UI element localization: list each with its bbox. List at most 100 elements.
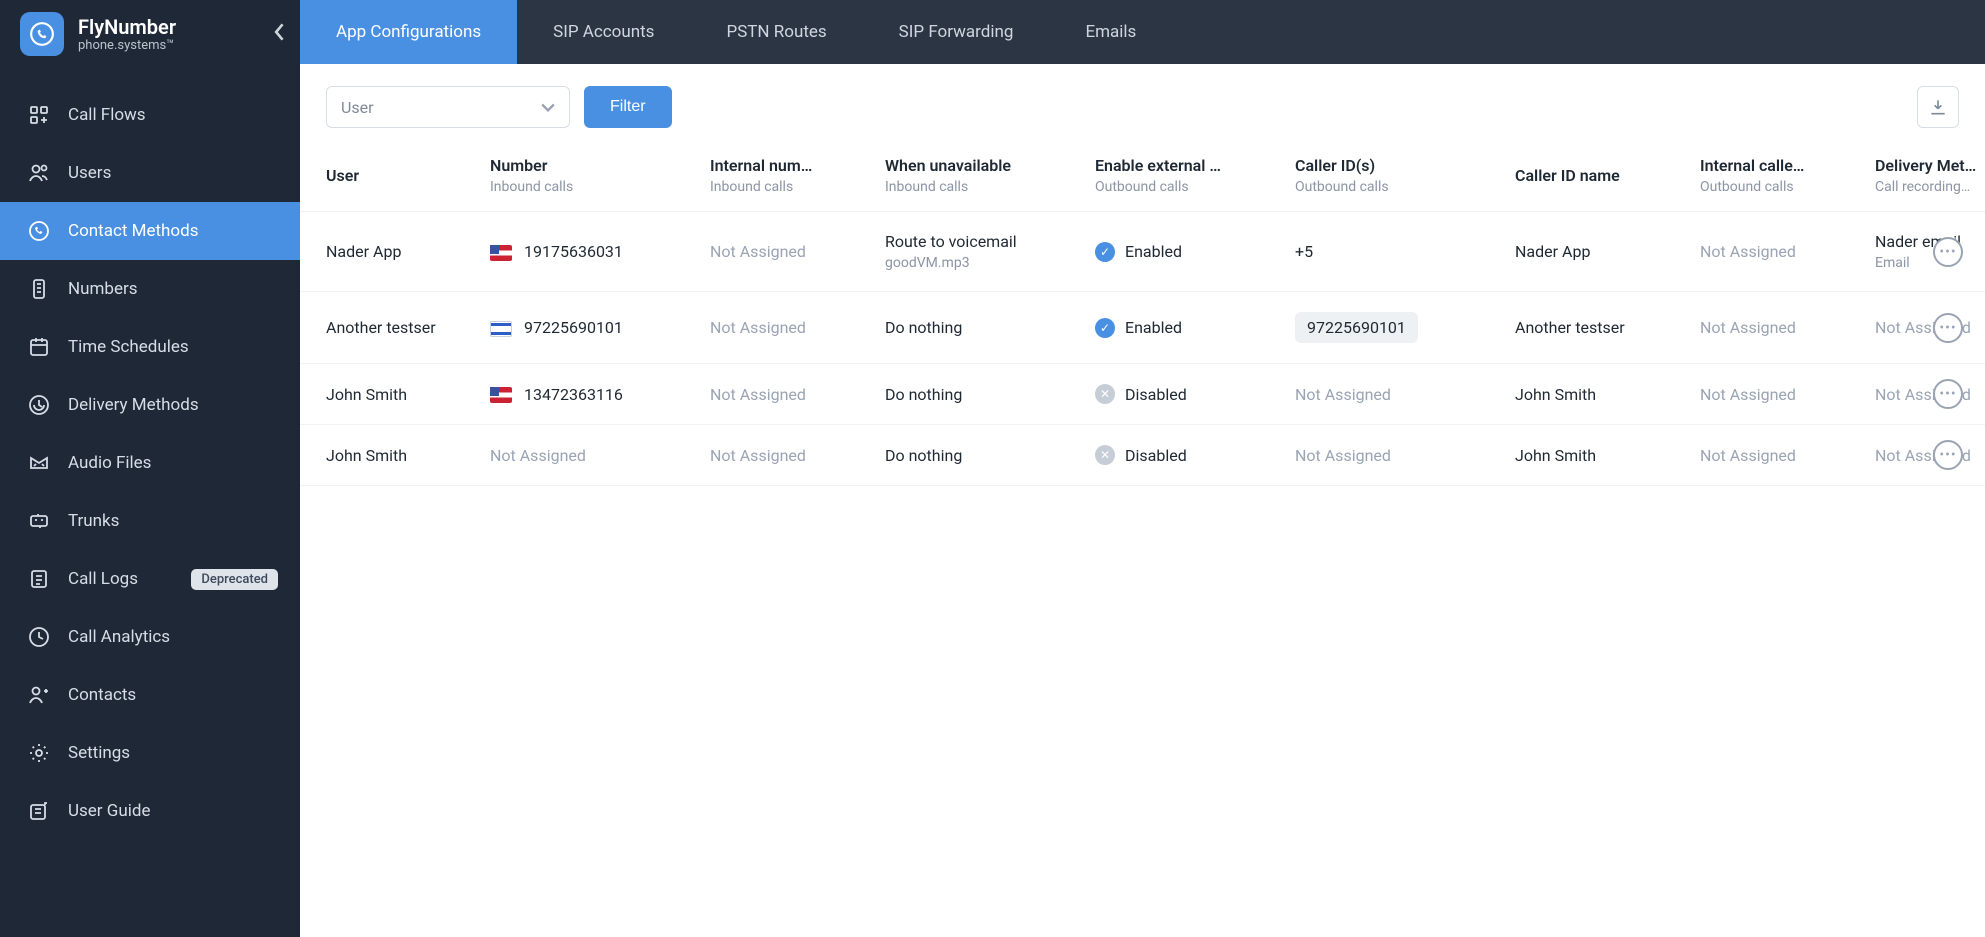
caller-id-chip[interactable]: 97225690101 [1295, 312, 1418, 343]
filter-select-label: User [341, 98, 374, 117]
cell-delivery: Not Assigned [1865, 292, 1985, 364]
sidebar-item-call-flows[interactable]: Call Flows [0, 86, 300, 144]
cell-caller-ids: Not Assigned [1285, 425, 1505, 486]
column-header[interactable]: Internal num…Inbound calls [700, 138, 875, 212]
row-more-button[interactable]: ••• [1933, 379, 1963, 409]
download-button[interactable] [1917, 86, 1959, 128]
tab-pstn-routes[interactable]: PSTN Routes [690, 0, 862, 64]
nav-label: Call Flows [68, 105, 146, 125]
cell-internal-number: Not Assigned [700, 212, 875, 292]
column-header[interactable]: Caller ID(s)Outbound calls [1285, 138, 1505, 212]
sidebar-item-user-guide[interactable]: User Guide [0, 782, 300, 840]
column-header[interactable]: Enable external …Outbound calls [1085, 138, 1285, 212]
cell-internal-number: Not Assigned [700, 425, 875, 486]
toolbar: User Filter [300, 64, 1985, 138]
nav-label: Audio Files [68, 453, 151, 473]
column-header[interactable]: Delivery Met…Call recording… [1865, 138, 1985, 212]
nav-label: Call Logs [68, 569, 138, 589]
tab-sip-forwarding[interactable]: SIP Forwarding [863, 0, 1050, 64]
download-icon [1928, 97, 1948, 117]
cell-unavailable: Route to voicemailgoodVM.mp3 [875, 212, 1085, 292]
main: App ConfigurationsSIP AccountsPSTN Route… [300, 0, 1985, 937]
cell-user: Nader App [300, 212, 480, 292]
filter-button[interactable]: Filter [584, 86, 672, 128]
cell-user: Another testser [300, 292, 480, 364]
cell-internal-number: Not Assigned [700, 292, 875, 364]
cell-caller-ids: 97225690101 [1285, 292, 1505, 364]
cell-caller-id-name: John Smith [1505, 425, 1690, 486]
cell-caller-id-name: John Smith [1505, 364, 1690, 425]
nav-label: User Guide [68, 801, 150, 821]
sidebar-item-contact-methods[interactable]: Contact Methods [0, 202, 300, 260]
check-icon: ✓ [1095, 242, 1115, 262]
cell-number: 97225690101 [480, 292, 700, 364]
nav-label: Time Schedules [68, 337, 189, 357]
column-header[interactable]: NumberInbound calls [480, 138, 700, 212]
cell-caller-ids: +5 [1285, 212, 1505, 292]
phone-icon [29, 21, 55, 47]
nav-label: Settings [68, 743, 130, 763]
tab-app-configurations[interactable]: App Configurations [300, 0, 517, 64]
table-container: UserNumberInbound callsInternal num…Inbo… [300, 138, 1985, 486]
cell-user: John Smith [300, 425, 480, 486]
nav-label: Delivery Methods [68, 395, 199, 415]
nav-label: Trunks [68, 511, 119, 531]
nav-label: Numbers [68, 279, 138, 299]
filter-select-user[interactable]: User [326, 86, 570, 128]
nav-icon [26, 624, 52, 650]
sidebar: FlyNumber phone.systems™ Call Flows User… [0, 0, 300, 937]
cell-internal-caller: Not Assigned [1690, 212, 1865, 292]
cell-unavailable: Do nothing [875, 425, 1085, 486]
table-header-row: UserNumberInbound callsInternal num…Inbo… [300, 138, 1985, 212]
sidebar-item-audio-files[interactable]: Audio Files [0, 434, 300, 492]
nav-icon [26, 218, 52, 244]
flag-icon [490, 245, 512, 261]
nav-label: Contact Methods [68, 221, 198, 241]
cell-enable-external: ✓ Enabled [1085, 212, 1285, 292]
sidebar-item-trunks[interactable]: Trunks [0, 492, 300, 550]
nav-icon [26, 102, 52, 128]
nav-icon [26, 682, 52, 708]
sidebar-item-contacts[interactable]: Contacts [0, 666, 300, 724]
brand-logo [20, 12, 64, 56]
chevron-left-icon [274, 23, 286, 41]
cell-internal-number: Not Assigned [700, 364, 875, 425]
table-row[interactable]: John Smith 13472363116 Not Assigned Do n… [300, 364, 1985, 425]
table-row[interactable]: John Smith Not Assigned Not Assigned Do … [300, 425, 1985, 486]
column-header[interactable]: User [300, 138, 480, 212]
sidebar-item-delivery-methods[interactable]: Delivery Methods [0, 376, 300, 434]
sidebar-item-time-schedules[interactable]: Time Schedules [0, 318, 300, 376]
nav-icon [26, 740, 52, 766]
sidebar-item-users[interactable]: Users [0, 144, 300, 202]
row-more-button[interactable]: ••• [1933, 313, 1963, 343]
tab-sip-accounts[interactable]: SIP Accounts [517, 0, 690, 64]
nav-label: Users [68, 163, 111, 183]
cell-enable-external: ✕ Disabled [1085, 425, 1285, 486]
nav-icon [26, 450, 52, 476]
nav-label: Call Analytics [68, 627, 170, 647]
cell-delivery: Nader emailEmail [1865, 212, 1985, 292]
tab-emails[interactable]: Emails [1049, 0, 1172, 64]
sidebar-item-numbers[interactable]: Numbers [0, 260, 300, 318]
sidebar-nav: Call Flows Users Contact Methods Numbers… [0, 86, 300, 840]
sidebar-item-settings[interactable]: Settings [0, 724, 300, 782]
row-actions-column: •••••••••••• [1923, 138, 1985, 146]
cell-delivery: Not Assigned [1865, 364, 1985, 425]
row-more-button[interactable]: ••• [1933, 237, 1963, 267]
brand-subtitle: phone.systems™ [78, 38, 176, 53]
table-row[interactable]: Another testser 97225690101 Not Assigned… [300, 292, 1985, 364]
cell-internal-caller: Not Assigned [1690, 364, 1865, 425]
table-row[interactable]: Nader App 19175636031 Not Assigned Route… [300, 212, 1985, 292]
nav-icon [26, 392, 52, 418]
sidebar-item-call-analytics[interactable]: Call Analytics [0, 608, 300, 666]
row-more-button[interactable]: ••• [1933, 440, 1963, 470]
cell-internal-caller: Not Assigned [1690, 425, 1865, 486]
column-header[interactable]: Caller ID name [1505, 138, 1690, 212]
cell-internal-caller: Not Assigned [1690, 292, 1865, 364]
sidebar-item-call-logs[interactable]: Call LogsDeprecated [0, 550, 300, 608]
brand-title: FlyNumber [78, 15, 176, 39]
brand: FlyNumber phone.systems™ [0, 0, 300, 68]
column-header[interactable]: Internal calle…Outbound calls [1690, 138, 1865, 212]
column-header[interactable]: When unavailableInbound calls [875, 138, 1085, 212]
sidebar-collapse-button[interactable] [274, 23, 286, 45]
